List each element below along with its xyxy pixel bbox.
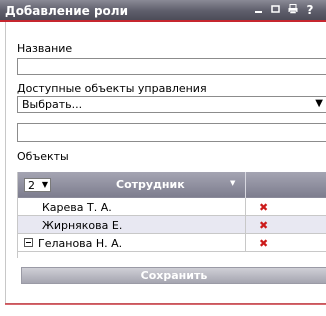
table-row[interactable]: Жирнякова Е. ✖ (18, 216, 326, 234)
table-row[interactable]: Геланова Н. А. ✖ (18, 234, 326, 252)
employee-name: Карева Т. А. (42, 201, 112, 214)
column-divider (245, 216, 246, 234)
help-icon[interactable]: ? (304, 4, 316, 16)
page-size-value: 2 (28, 179, 35, 192)
available-objects-label: Доступные объекты управления (17, 82, 207, 95)
delete-x-icon[interactable]: ✖ (259, 237, 268, 250)
page-size-select[interactable]: 2 ▼ (24, 178, 51, 192)
objects-grid: 2 ▼ Сотрудник ▼ Карева Т. А. ✖ Жирнякова… (17, 172, 326, 258)
maximize-icon[interactable] (270, 4, 282, 16)
table-row[interactable]: Карева Т. А. ✖ (18, 198, 326, 216)
print-icon[interactable] (287, 4, 299, 16)
employee-name: Жирнякова Е. (42, 219, 123, 232)
objects-select[interactable]: Выбрать... ▼ (17, 96, 326, 113)
chevron-down-icon: ▼ (315, 98, 323, 109)
save-button[interactable]: Сохранить (21, 267, 326, 284)
column-divider (245, 198, 246, 216)
collapse-icon[interactable] (24, 238, 33, 247)
objects-label: Объекты (17, 150, 69, 163)
grid-header: 2 ▼ Сотрудник ▼ (18, 172, 326, 198)
panel-bottom-accent (5, 303, 326, 305)
minimize-icon[interactable] (253, 4, 265, 16)
name-label: Название (17, 42, 73, 55)
column-divider (245, 172, 246, 198)
objects-select-value: Выбрать... (22, 98, 83, 111)
delete-x-icon[interactable]: ✖ (259, 219, 268, 232)
secondary-field[interactable] (17, 123, 326, 142)
window-title: Добавление роли (5, 4, 128, 18)
employee-name: Геланова Н. А. (38, 237, 123, 250)
name-field[interactable] (17, 58, 326, 75)
chevron-down-icon: ▼ (41, 180, 48, 189)
title-bar: Добавление роли ? (0, 0, 326, 22)
sort-icon[interactable]: ▼ (230, 179, 235, 187)
column-divider (245, 234, 246, 252)
delete-x-icon[interactable]: ✖ (259, 201, 268, 214)
column-header-employee[interactable]: Сотрудник (116, 178, 185, 191)
